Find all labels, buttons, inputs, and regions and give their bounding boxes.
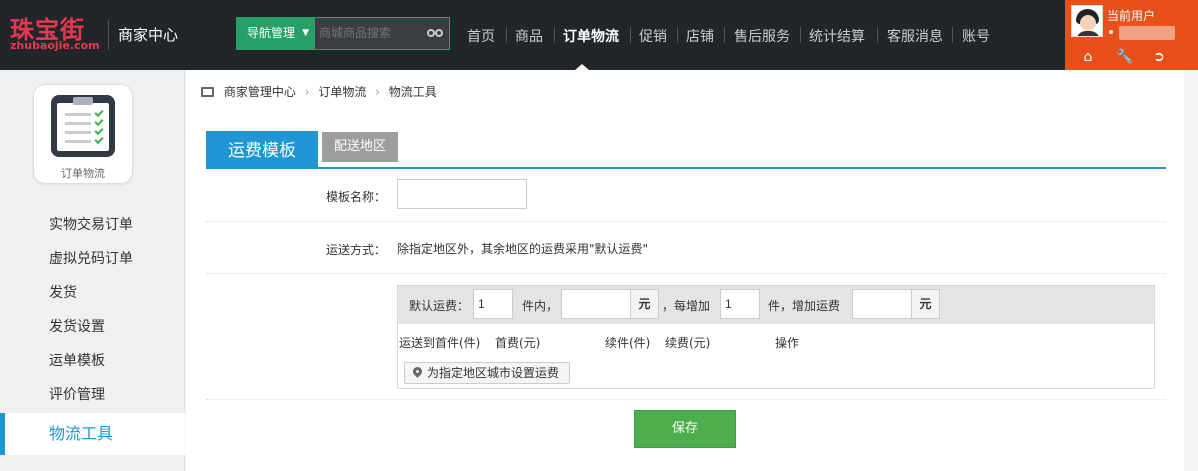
- sidebar-item-virtual-orders[interactable]: 虚拟兑码订单: [0, 242, 185, 276]
- set-region-fee-button[interactable]: 为指定地区城市设置运费: [404, 362, 570, 384]
- first-count-input[interactable]: [473, 289, 513, 319]
- site-logo[interactable]: 珠宝街 zhubaojie.com: [10, 10, 100, 56]
- nav-item-account[interactable]: 账号: [962, 26, 990, 46]
- top-bar: 珠宝街 zhubaojie.com 商家中心 导航管理 ▼ 首页 商品 订单物流…: [0, 0, 1198, 70]
- nav-item-service[interactable]: 客服消息: [887, 26, 943, 46]
- divider: [206, 221, 1166, 222]
- col-destination: 运送到: [399, 336, 436, 350]
- search-icon[interactable]: [427, 27, 443, 39]
- wrench-icon[interactable]: 🔧: [1116, 48, 1133, 66]
- each-add-label: ，每增加: [662, 299, 711, 313]
- col-first-count: 首件(件): [435, 336, 481, 350]
- nav-item-store[interactable]: 店铺: [686, 26, 714, 46]
- nav-separator: [506, 27, 507, 43]
- divider: [206, 399, 1166, 400]
- logo-divider: [108, 20, 109, 50]
- tab-freight-template[interactable]: 运费模板: [206, 131, 318, 169]
- sidebar-item-ship[interactable]: 发货: [0, 276, 185, 310]
- current-user-label: 当前用户: [1107, 9, 1156, 23]
- col-first-fee: 首费(元): [495, 336, 541, 350]
- nav-search-box: 导航管理 ▼: [236, 17, 450, 50]
- nav-item-aftersale[interactable]: 售后服务: [734, 26, 790, 46]
- nav-separator: [630, 27, 631, 43]
- page-title: 商家中心: [118, 26, 179, 44]
- yuan-unit: 元: [631, 289, 659, 319]
- user-name-redacted: [1119, 26, 1175, 40]
- sidebar-item-logistics-tools[interactable]: 物流工具: [0, 413, 185, 455]
- section-label: 订单物流: [61, 167, 105, 180]
- sidebar-item-waybill-template[interactable]: 运单模板: [0, 344, 185, 378]
- breadcrumb: 商家管理中心 › 订单物流 › 物流工具: [201, 83, 437, 100]
- nav-item-promo[interactable]: 促销: [639, 26, 667, 46]
- user-tools: ⌂ 🔧 ➲: [1065, 48, 1198, 70]
- user-name-marker: [1109, 30, 1113, 34]
- chevron-down-icon: ▼: [302, 28, 309, 38]
- add-fee-input[interactable]: [852, 289, 912, 319]
- nav-separator: [800, 27, 801, 43]
- nav-separator: [554, 27, 555, 43]
- within-label: 件内，: [522, 299, 559, 313]
- default-fee-panel: 默认运费： 件内， 元 ，每增加 件，增加运费 元 运送到 首件(件) 首费(元…: [397, 285, 1155, 389]
- search-input[interactable]: [319, 18, 423, 49]
- map-pin-icon: [411, 365, 424, 378]
- col-add-count: 续件(件): [605, 336, 651, 350]
- nav-separator: [724, 27, 725, 43]
- main-content: 商家管理中心 › 订单物流 › 物流工具 运费模板 配送地区 模板名称： 运送方…: [186, 70, 1184, 471]
- yuan-unit: 元: [912, 289, 940, 319]
- default-fee-row: 默认运费： 件内， 元 ，每增加 件，增加运费 元: [398, 286, 1154, 324]
- add-count-input[interactable]: [720, 289, 760, 319]
- breadcrumb-separator: ›: [375, 85, 380, 99]
- home-icon[interactable]: ⌂: [1080, 48, 1096, 66]
- breadcrumb-separator: ›: [304, 85, 310, 99]
- sidebar: 订单物流 实物交易订单 虚拟兑码订单 发货 发货设置 运单模板 评价管理 物流工…: [0, 70, 185, 471]
- add-fee-label: 件，增加运费: [768, 299, 841, 313]
- sidebar-item-physical-orders[interactable]: 实物交易订单: [0, 208, 185, 242]
- default-fee-label: 默认运费：: [409, 299, 470, 313]
- set-region-fee-label: 为指定地区城市设置运费: [427, 366, 560, 380]
- first-fee-input[interactable]: [561, 289, 631, 319]
- avatar[interactable]: [1071, 5, 1103, 37]
- nav-item-home[interactable]: 首页: [467, 26, 495, 46]
- tab-delivery-area[interactable]: 配送地区: [322, 132, 398, 162]
- clipboard-icon: [51, 95, 115, 157]
- col-add-fee: 续费(元): [665, 336, 711, 350]
- nav-separator: [952, 27, 953, 43]
- col-action: 操作: [775, 336, 800, 350]
- template-name-label: 模板名称：: [326, 190, 387, 204]
- nav-menu-button[interactable]: 导航管理 ▼: [237, 18, 315, 49]
- breadcrumb-item[interactable]: 订单物流: [318, 85, 366, 99]
- nav-separator: [677, 27, 678, 43]
- breadcrumb-item: 物流工具: [388, 85, 437, 99]
- monitor-icon: [201, 87, 214, 97]
- breadcrumb-item[interactable]: 商家管理中心: [224, 85, 296, 99]
- sidebar-item-ship-settings[interactable]: 发货设置: [0, 310, 185, 344]
- sidebar-item-reviews[interactable]: 评价管理: [0, 378, 185, 412]
- nav-menu-label: 导航管理: [247, 26, 296, 40]
- save-button[interactable]: 保存: [634, 410, 736, 448]
- template-name-input[interactable]: [397, 179, 527, 209]
- nav-item-stats[interactable]: 统计结算: [809, 26, 865, 46]
- ship-method-text: 除指定地区外，其余地区的运费采用"默认运费": [397, 242, 649, 256]
- nav-item-goods[interactable]: 商品: [515, 26, 543, 46]
- nav-separator: [877, 27, 878, 43]
- tab-bar: 运费模板 配送地区: [206, 131, 1166, 169]
- logo-domain: zhubaojie.com: [10, 39, 100, 52]
- section-icon-card: 订单物流: [33, 84, 133, 184]
- divider: [206, 273, 1166, 274]
- ship-method-label: 运送方式：: [326, 243, 387, 257]
- nav-item-orders[interactable]: 订单物流: [563, 26, 619, 46]
- logout-icon[interactable]: ➲: [1151, 48, 1167, 66]
- user-panel: 当前用户 ⌂ 🔧 ➲: [1065, 0, 1198, 70]
